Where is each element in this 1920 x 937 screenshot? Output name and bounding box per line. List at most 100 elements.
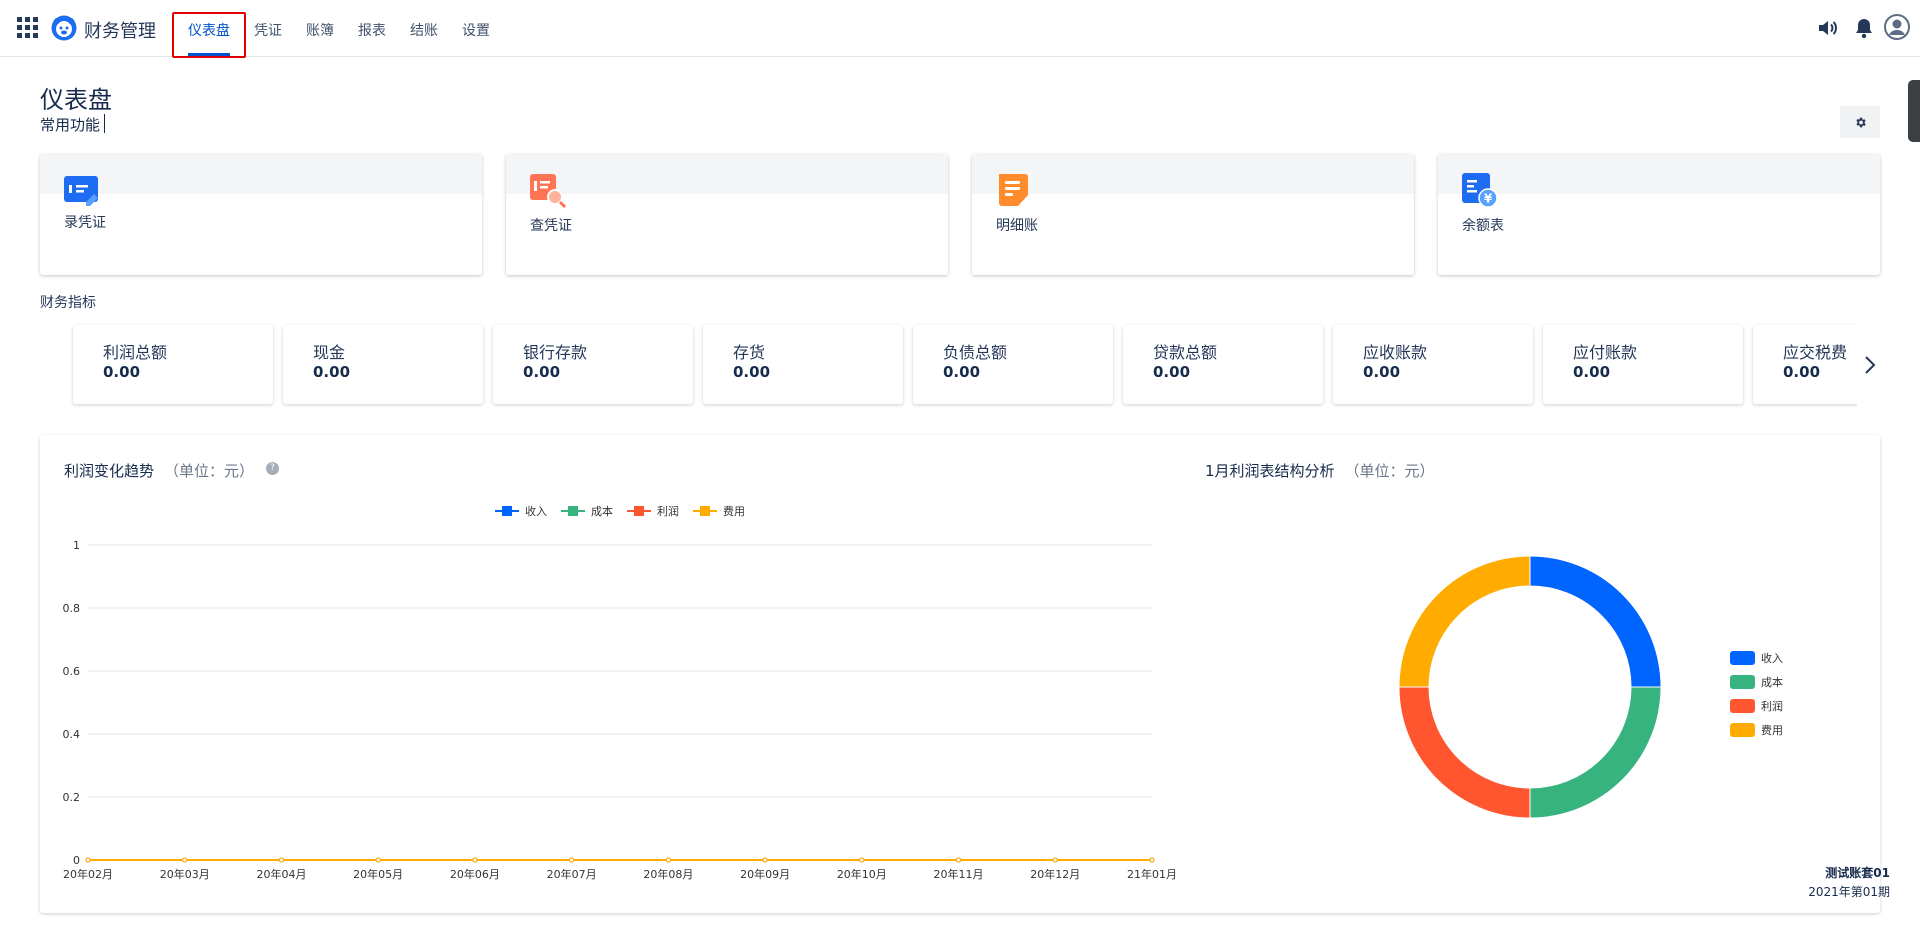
gear-icon — [1855, 117, 1866, 127]
x-tick-label: 20年08月 — [643, 867, 693, 881]
bell-icon[interactable] — [1852, 16, 1876, 40]
indicator-card-total-liabilities[interactable]: 负债总额 0.00 — [913, 325, 1113, 404]
indicator-name: 应收账款 — [1363, 343, 1428, 362]
indicator-card-inventory[interactable]: 存货 0.00 — [703, 325, 903, 404]
indicator-value: 0.00 — [1783, 363, 1821, 381]
data-point — [859, 857, 865, 863]
quick-card-label: 录凭证 — [64, 215, 106, 231]
page-title: 仪表盘 — [40, 86, 112, 114]
data-point — [569, 857, 575, 863]
indicator-name: 现金 — [313, 343, 346, 362]
y-tick-label: 0.8 — [63, 602, 81, 615]
legend-label: 利润 — [657, 504, 679, 518]
indicators-label: 财务指标 — [40, 295, 96, 311]
y-tick-label: 0.4 — [63, 728, 81, 741]
data-point — [1052, 857, 1058, 863]
quick-card-label: 查凭证 — [530, 218, 572, 234]
user-avatar-icon[interactable] — [1884, 14, 1910, 40]
indicator-card-taxes-payable[interactable]: 应交税费 0.00 — [1753, 325, 1857, 404]
tab-closing[interactable]: 结账 — [410, 20, 438, 40]
x-tick-label: 20年07月 — [547, 867, 597, 881]
speaker-icon[interactable] — [1816, 16, 1840, 40]
card-header-band — [1438, 154, 1880, 194]
quick-card-label: 明细账 — [996, 218, 1038, 234]
legend-swatch — [1730, 699, 1755, 713]
indicator-value: 0.00 — [943, 363, 981, 381]
query-voucher-icon — [530, 174, 566, 208]
tab-dashboard[interactable]: 仪表盘 — [188, 20, 230, 40]
tab-reports[interactable]: 报表 — [358, 20, 386, 40]
x-tick-label: 20年10月 — [837, 867, 887, 881]
tab-ledger[interactable]: 账簿 — [306, 20, 334, 40]
legend-label: 收入 — [525, 504, 547, 518]
y-tick-label: 0.6 — [63, 665, 81, 678]
legend-label: 收入 — [1761, 651, 1783, 665]
tab-settings[interactable]: 设置 — [462, 20, 490, 40]
quick-card-record-voucher[interactable]: 录凭证 — [40, 154, 482, 275]
indicator-value: 0.00 — [1153, 363, 1191, 381]
legend-label: 费用 — [1761, 724, 1783, 737]
indicator-value: 0.00 — [1573, 363, 1611, 381]
indicator-card-total-loans[interactable]: 贷款总额 0.00 — [1123, 325, 1323, 404]
y-tick-label: 0.2 — [63, 791, 81, 804]
y-tick-label: 0 — [73, 854, 80, 867]
indicator-name: 应交税费 — [1783, 343, 1848, 362]
quick-card-balance-sheet[interactable]: ¥ 余额表 — [1438, 154, 1880, 275]
app-title: 财务管理 — [84, 21, 156, 42]
indicator-name: 应付账款 — [1573, 343, 1638, 362]
legend-label: 费用 — [723, 505, 745, 518]
data-point — [1149, 857, 1155, 863]
indicator-card-accounts-payable[interactable]: 应付账款 0.00 — [1543, 325, 1743, 404]
quick-card-detail-ledger[interactable]: 明细账 — [972, 154, 1414, 275]
indicator-card-total-profit[interactable]: 利润总额 0.00 — [73, 325, 273, 404]
indicator-name: 贷款总额 — [1153, 343, 1218, 362]
donut-slice-利润 — [1398, 686, 1531, 819]
data-point — [762, 857, 768, 863]
quick-card-label: 余额表 — [1462, 218, 1504, 234]
indicator-card-bank-deposit[interactable]: 银行存款 0.00 — [493, 325, 693, 404]
x-tick-label: 20年12月 — [1030, 867, 1080, 881]
legend-label: 成本 — [591, 504, 613, 518]
data-point — [472, 857, 478, 863]
indicator-value: 0.00 — [523, 363, 561, 381]
donut-chart: 收入成本利润费用 — [1398, 555, 1783, 819]
indicator-card-cash[interactable]: 现金 0.00 — [283, 325, 483, 404]
app-logo-icon — [51, 15, 77, 41]
legend-swatch — [1730, 675, 1755, 689]
common-functions-label: 常用功能 — [40, 116, 101, 134]
legend-swatch — [1730, 651, 1755, 665]
legend-label: 成本 — [1761, 675, 1783, 689]
line-chart-title: 利润变化趋势 （单位：元） — [64, 460, 254, 481]
accounting-period: 2021年第01期 — [1808, 885, 1890, 899]
indicator-name: 负债总额 — [943, 343, 1008, 362]
data-point — [278, 857, 284, 863]
text-cursor — [104, 114, 105, 133]
pie-chart-unit: （单位：元） — [1344, 462, 1435, 480]
data-point — [85, 857, 91, 863]
card-header-band — [40, 154, 482, 194]
data-point — [956, 857, 962, 863]
indicator-value: 0.00 — [103, 363, 141, 381]
legend-swatch — [568, 506, 578, 516]
y-tick-label: 1 — [73, 539, 80, 552]
legend-swatch — [634, 506, 644, 516]
card-header-band — [506, 154, 948, 194]
detail-ledger-icon — [999, 174, 1028, 206]
x-tick-label: 20年04月 — [256, 867, 306, 881]
data-point — [665, 857, 671, 863]
indicator-card-accounts-receivable[interactable]: 应收账款 0.00 — [1333, 325, 1533, 404]
indicator-name: 存货 — [733, 343, 766, 362]
active-tab-indicator — [188, 53, 230, 56]
legend-swatch — [700, 506, 710, 516]
indicator-value: 0.00 — [1363, 363, 1401, 381]
side-scroll-handle[interactable] — [1908, 80, 1920, 142]
chevron-right-icon[interactable] — [1858, 350, 1882, 380]
quick-card-query-voucher[interactable]: 查凭证 — [506, 154, 948, 275]
indicators-carousel: 利润总额 0.00 现金 0.00 银行存款 0.00 存货 0.00 负债总额… — [0, 315, 1857, 415]
app-grid-icon[interactable] — [17, 17, 39, 39]
tab-voucher[interactable]: 凭证 — [254, 20, 282, 40]
help-icon[interactable]: ? — [266, 462, 279, 475]
record-voucher-icon — [64, 176, 98, 206]
line-chart: 收入 成本 利润 费用 0 0.2 0.4 0.6 0.8 1 20年02月 20年03月 20年04月… — [63, 504, 1178, 881]
dashboard-settings-button[interactable] — [1840, 106, 1880, 138]
